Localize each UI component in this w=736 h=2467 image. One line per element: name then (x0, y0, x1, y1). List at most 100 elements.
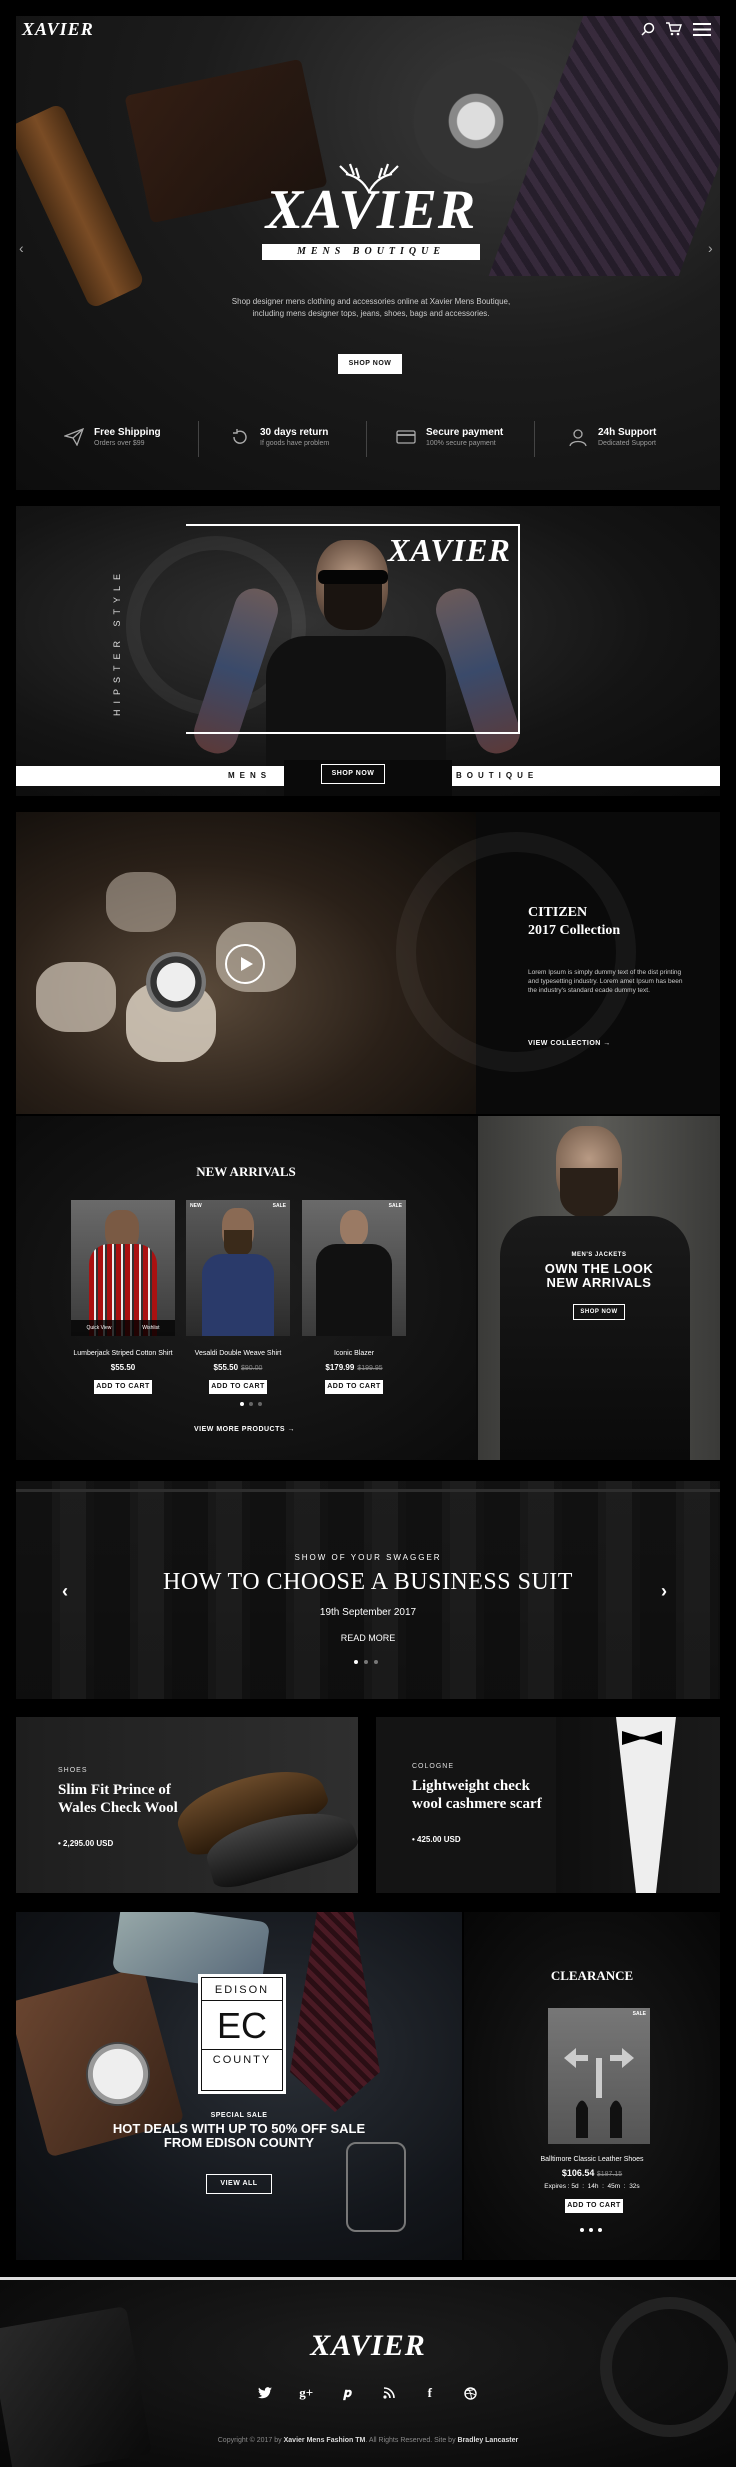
menu-icon[interactable] (693, 23, 711, 36)
jacket-promo-small: MEN'S JACKETS (571, 1252, 627, 1258)
feature-free-shipping: Free Shipping Orders over $99 (64, 412, 161, 462)
cigar-image (16, 102, 146, 310)
wishlist-button[interactable]: Wishlist (142, 1325, 159, 1331)
product-price: $179.99 $199.95 (325, 1363, 383, 1372)
clearance-section: CLEARANCE SALE Balltimore Classic Leathe… (464, 1912, 720, 2260)
slider-dots[interactable] (354, 1660, 378, 1664)
banner-boutique-label: BOUTIQUE (456, 771, 539, 780)
new-arrivals-section: NEW ARRIVALS Quick View Wishlist Lumberj… (16, 1116, 720, 1460)
paper-plane-icon (64, 428, 84, 446)
add-to-cart-button[interactable]: ADD TO CART (94, 1380, 152, 1394)
feature-30-days-return: 30 days return If goods have problem (230, 412, 329, 462)
watch-image (86, 2042, 150, 2106)
sale-badge: SALE (388, 1203, 402, 1209)
product-price: $55.50 (110, 1363, 136, 1372)
play-video-icon[interactable] (225, 944, 265, 984)
divider (366, 421, 367, 457)
clearance-product-image[interactable]: SALE (548, 2008, 650, 2144)
new-badge: NEW (190, 1203, 202, 1209)
hero-logo: XAVIER (265, 179, 477, 241)
carousel-dots[interactable] (240, 1402, 262, 1406)
facebook-icon[interactable]: f (419, 2382, 441, 2404)
author-link[interactable]: Bradley Lancaster (458, 2437, 519, 2444)
promo-title: Slim Fit Prince of Wales Check Wool (58, 1782, 178, 1816)
slider-prev-icon[interactable]: ‹ (19, 240, 24, 256)
header-logo[interactable]: XAVIER (22, 19, 94, 40)
product-card[interactable]: Quick View Wishlist Lumberjack Striped C… (71, 1200, 175, 1394)
promo-title: Lightweight check wool cashmere scarf (412, 1778, 542, 1812)
product-name[interactable]: Lumberjack Striped Cotton Shirt (71, 1350, 175, 1357)
slider-date: 19th September 2017 (319, 1607, 417, 1618)
promo-category: COLOGNE (412, 1763, 455, 1770)
slider-next-icon[interactable]: › (661, 1581, 667, 1602)
product-card[interactable]: SALE Iconic Blazer $179.99 $199.95 ADD TO… (302, 1200, 406, 1394)
hero-shop-now-button[interactable]: SHOP NOW (338, 354, 402, 374)
banner-vertical-text: HIPSTER STYLE (112, 567, 122, 716)
footer: XAVIER g+ 𝒑 f Copyright © 2017 by Xavier… (0, 2277, 736, 2467)
clearance-heading: CLEARANCE (550, 1968, 634, 1983)
footer-top-line (0, 2277, 736, 2280)
blog-slider: SHOW OF YOUR SWAGGER HOW TO CHOOSE A BUS… (16, 1481, 720, 1699)
edison-title: HOT DEALS WITH UP TO 50% OFF SALE FROM E… (112, 2121, 366, 2150)
product-card[interactable]: NEW SALE Vesaldi Double Weave Shirt $55.… (186, 1200, 290, 1394)
support-icon (569, 429, 587, 447)
promo-category: SHOES (58, 1767, 88, 1774)
copyright: Copyright © 2017 by Xavier Mens Fashion … (217, 2437, 519, 2444)
google-plus-icon[interactable]: g+ (295, 2382, 317, 2404)
product-image[interactable]: SALE (302, 1200, 406, 1336)
credit-card-icon (396, 430, 416, 444)
shoes-promo[interactable]: SHOES Slim Fit Prince of Wales Check Woo… (16, 1717, 358, 1893)
countdown: Expires : 5d : 14h : 45m : 32s (544, 2183, 640, 2190)
add-to-cart-button[interactable]: ADD TO CART (209, 1380, 267, 1394)
cart-icon[interactable] (666, 22, 682, 36)
jacket-promo-title: OWN THE LOOK NEW ARRIVALS (544, 1261, 654, 1290)
banner-shop-now-button[interactable]: SHOP NOW (321, 764, 385, 784)
search-icon[interactable] (641, 22, 655, 36)
footer-logo[interactable]: XAVIER (0, 2329, 736, 2363)
rss-icon[interactable] (378, 2382, 400, 2404)
clearance-dots[interactable] (580, 2228, 602, 2232)
cufflinks-image (346, 2142, 406, 2232)
pinterest-icon[interactable]: 𝒑 (336, 2382, 358, 2404)
read-more-link[interactable]: READ MORE (16, 1633, 720, 1643)
slider-title: HOW TO CHOOSE A BUSINESS SUIT (163, 1569, 573, 1595)
hero-tagline: MENS BOUTIQUE (262, 244, 480, 260)
slider-prev-icon[interactable]: ‹ (62, 1581, 68, 1602)
quick-view-button[interactable]: Quick View (86, 1325, 111, 1331)
banner-mens-label: MENS (228, 771, 272, 780)
hipster-banner: HIPSTER STYLE XAVIER MENS BOUTIQUE SHOP … (16, 506, 720, 796)
view-collection-link[interactable]: VIEW COLLECTION → (528, 1040, 611, 1047)
product-name[interactable]: Iconic Blazer (302, 1350, 406, 1357)
promo-price: • 425.00 USD (412, 1835, 461, 1844)
add-to-cart-button[interactable]: ADD TO CART (325, 1380, 383, 1394)
brand-link[interactable]: Xavier Mens Fashion TM (284, 2437, 366, 2444)
dribbble-icon[interactable] (460, 2382, 482, 2404)
clearance-add-to-cart-button[interactable]: ADD TO CART (565, 2199, 623, 2213)
watermark-circle (396, 832, 636, 1072)
slider-next-icon[interactable]: › (708, 240, 713, 256)
jacket-shop-now-button[interactable]: SHOP NOW (573, 1304, 625, 1320)
product-image[interactable]: NEW SALE (186, 1200, 290, 1336)
twitter-icon[interactable] (254, 2382, 276, 2404)
tie-image (290, 1912, 380, 2112)
edison-logo: EDISON EC COUNTY (198, 1974, 286, 2094)
clearance-product-name[interactable]: Balltimore Classic Leather Shoes (464, 2156, 720, 2163)
new-arrivals-heading: NEW ARRIVALS (196, 1164, 296, 1179)
return-icon (233, 429, 247, 444)
citizen-title: CITIZEN 2017 Collection (528, 905, 621, 938)
slider-eyebrow: SHOW OF YOUR SWAGGER (294, 1553, 442, 1562)
feature-secure-payment: Secure payment 100% secure payment (396, 412, 503, 462)
suit-image (556, 1717, 720, 1893)
product-price: $55.50 $90.00 (213, 1363, 263, 1372)
cologne-promo[interactable]: COLOGNE Lightweight check wool cashmere … (376, 1717, 720, 1893)
view-more-products-link[interactable]: VIEW MORE PRODUCTS → (194, 1426, 295, 1433)
view-all-button[interactable]: VIEW ALL (206, 2174, 272, 2194)
product-image[interactable]: Quick View Wishlist (71, 1200, 175, 1336)
clearance-price: $106.54 $187.15 (561, 2168, 623, 2178)
edison-county-promo[interactable]: EDISON EC COUNTY SPECIAL SALE HOT DEALS … (16, 1912, 462, 2260)
product-name[interactable]: Vesaldi Double Weave Shirt (186, 1350, 290, 1357)
promo-price: • 2,295.00 USD (58, 1839, 114, 1848)
sale-badge: SALE (632, 2011, 646, 2017)
divider (534, 421, 535, 457)
sale-badge: SALE (272, 1203, 286, 1209)
